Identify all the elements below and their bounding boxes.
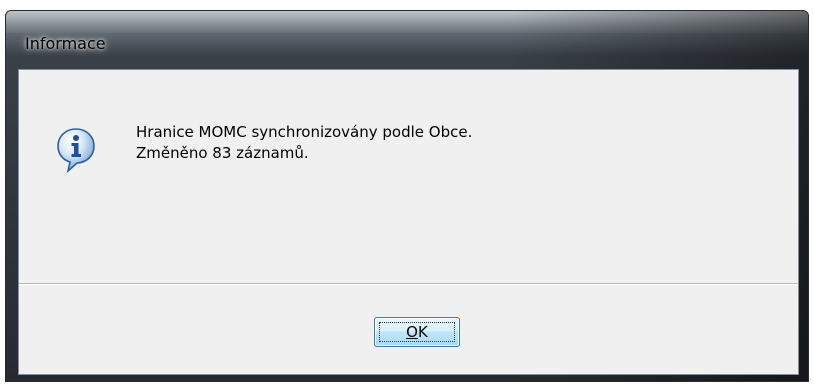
information-icon [57, 128, 95, 173]
window-title: Informace [25, 34, 106, 53]
message-line-2: Změněno 83 záznamů. [136, 144, 309, 162]
message-line-1: Hranice MOMC synchronizovány podle Obce. [136, 123, 473, 141]
ok-button-label-rest: K [417, 323, 428, 341]
dialog-client-area: Hranice MOMC synchronizovány podle Obce.… [18, 69, 799, 375]
ok-button[interactable]: OK [374, 317, 460, 347]
message-text: Hranice MOMC synchronizovány podle Obce.… [136, 122, 472, 164]
ok-button-label: OK [406, 323, 428, 341]
message-area: Hranice MOMC synchronizovány podle Obce.… [19, 70, 798, 283]
ok-button-mnemonic: O [406, 323, 418, 341]
button-area-divider-highlight [19, 284, 798, 285]
title-bar[interactable]: Informace [6, 11, 808, 69]
dialog-window: Informace Hranice MOMC synchronizovány p… [5, 10, 809, 382]
